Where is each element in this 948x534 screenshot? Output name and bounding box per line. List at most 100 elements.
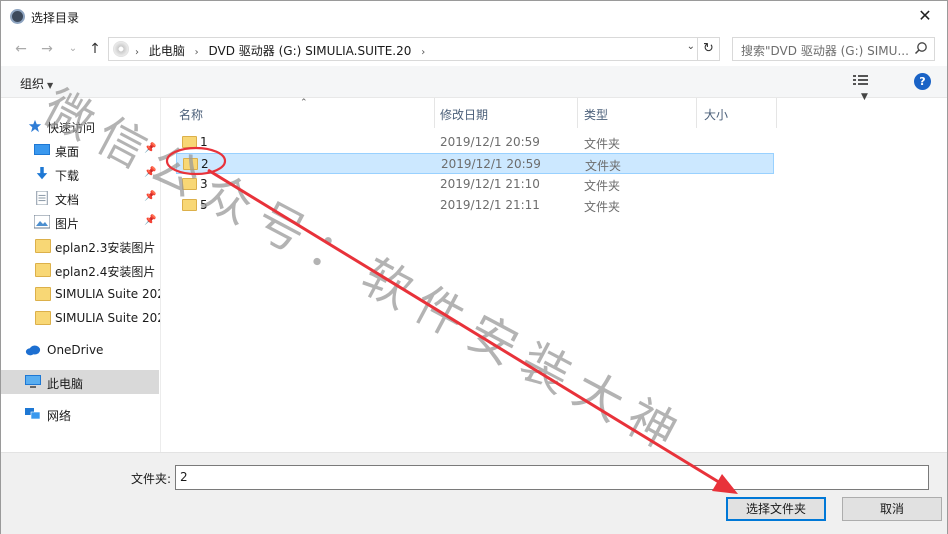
command-toolbar: 组织 ▼ ▼ ? xyxy=(1,66,947,102)
folder-field-label: 文件夹: xyxy=(131,472,172,486)
search-input[interactable]: 搜索"DVD 驱动器 (G:) SIMU... xyxy=(732,37,935,61)
column-header-size[interactable]: 大小 xyxy=(704,106,728,123)
back-button[interactable]: ← xyxy=(12,40,30,58)
sidebar-item-network[interactable]: 网络 xyxy=(1,402,159,426)
file-date: 2019/12/1 21:10 xyxy=(440,177,540,191)
sidebar-item-label: 桌面 xyxy=(55,145,80,159)
organize-label: 组织 xyxy=(20,77,45,91)
folder-icon xyxy=(182,199,197,211)
file-name: 3 xyxy=(200,177,208,191)
sidebar-item-eplan24[interactable]: eplan2.4安装图片 xyxy=(1,258,159,282)
folder-icon xyxy=(182,178,197,190)
column-header-date[interactable]: 修改日期 xyxy=(440,106,488,123)
column-header-name[interactable]: 名称 xyxy=(179,106,203,123)
sidebar-item-downloads[interactable]: 下载 📌 xyxy=(1,162,159,186)
breadcrumb-this-pc[interactable]: 此电脑 xyxy=(149,44,185,58)
table-row[interactable]: 3 2019/12/1 21:10 文件夹 xyxy=(176,174,774,195)
sidebar-item-pictures[interactable]: 图片 📌 xyxy=(1,210,159,234)
column-divider[interactable] xyxy=(776,98,777,128)
file-type: 文件夹 xyxy=(584,137,621,151)
help-icon[interactable]: ? xyxy=(914,73,931,90)
title-bar: 选择目录 ✕ xyxy=(1,1,947,32)
sidebar-item-documents[interactable]: 文档 📌 xyxy=(1,186,159,210)
folder-icon xyxy=(35,311,51,325)
pictures-icon xyxy=(34,215,50,229)
sidebar-item-desktop[interactable]: 桌面 📌 xyxy=(1,138,159,162)
sidebar-item-simulia-2[interactable]: SIMULIA Suite 2020 xyxy=(1,306,161,330)
navigation-pane: 快速访问 桌面 📌 下载 📌 文档 📌 图片 📌 eplan2.3安装图片 ep… xyxy=(1,98,161,452)
folder-picker-dialog: 选择目录 ✕ ← → ⌄ ↑ › 此电脑 › DVD 驱动器 (G:) SIMU… xyxy=(0,0,948,534)
folder-icon xyxy=(183,158,198,170)
close-button[interactable]: ✕ xyxy=(903,1,947,31)
column-divider[interactable] xyxy=(434,98,435,128)
navigation-bar: ← → ⌄ ↑ › 此电脑 › DVD 驱动器 (G:) SIMULIA.SUI… xyxy=(1,32,947,66)
sort-ascending-icon: ⌃ xyxy=(300,98,308,108)
file-type: 文件夹 xyxy=(584,179,621,193)
computer-icon xyxy=(25,375,41,388)
sidebar-item-label: 网络 xyxy=(47,409,72,423)
sidebar-item-onedrive[interactable]: OneDrive xyxy=(1,338,159,362)
folder-icon xyxy=(35,239,51,253)
desktop-icon xyxy=(34,144,50,155)
breadcrumb-separator-icon: › xyxy=(421,47,426,58)
file-type: 文件夹 xyxy=(585,159,622,173)
dialog-footer: 文件夹: 2 选择文件夹 取消 xyxy=(1,452,947,534)
dvd-drive-icon xyxy=(113,41,129,57)
sidebar-item-eplan23[interactable]: eplan2.3安装图片 xyxy=(1,234,159,258)
file-type: 文件夹 xyxy=(584,200,621,214)
forward-button[interactable]: → xyxy=(38,40,56,58)
window-title: 选择目录 xyxy=(31,11,80,25)
refresh-button[interactable]: ↻ xyxy=(697,38,719,60)
download-icon xyxy=(36,167,48,180)
cloud-icon xyxy=(25,345,41,356)
pin-icon: 📌 xyxy=(144,191,157,202)
file-name: 5 xyxy=(200,198,208,212)
search-icon xyxy=(914,42,927,55)
table-row[interactable]: 5 2019/12/1 21:11 文件夹 xyxy=(176,195,774,216)
app-icon xyxy=(10,9,25,24)
file-date: 2019/12/1 20:59 xyxy=(440,135,540,149)
document-icon xyxy=(36,191,48,205)
sidebar-item-label: 此电脑 xyxy=(47,377,84,391)
address-bar[interactable]: › 此电脑 › DVD 驱动器 (G:) SIMULIA.SUITE.20 › … xyxy=(108,37,720,61)
folder-icon xyxy=(35,263,51,277)
sidebar-item-this-pc[interactable]: 此电脑 xyxy=(1,370,159,394)
star-icon xyxy=(28,119,42,133)
cancel-button[interactable]: 取消 xyxy=(842,497,942,521)
details-view-icon xyxy=(853,75,868,85)
breadcrumb-separator-icon: › xyxy=(194,47,199,58)
sidebar-item-label: OneDrive xyxy=(47,343,104,357)
up-button[interactable]: ↑ xyxy=(86,40,104,58)
sidebar-item-label: SIMULIA Suite 2020 xyxy=(55,311,161,325)
folder-icon xyxy=(35,287,51,301)
network-icon xyxy=(25,408,41,420)
pin-icon: 📌 xyxy=(144,215,157,226)
table-row[interactable]: 1 2019/12/1 20:59 文件夹 xyxy=(176,132,774,153)
breadcrumb: › 此电脑 › DVD 驱动器 (G:) SIMULIA.SUITE.20 › xyxy=(135,42,431,59)
address-dropdown-icon[interactable]: ⌄ xyxy=(687,41,695,52)
file-date: 2019/12/1 21:11 xyxy=(440,198,540,212)
pin-icon: 📌 xyxy=(144,167,157,178)
view-options-button[interactable]: ▼ xyxy=(853,74,887,102)
sidebar-item-label: eplan2.3安装图片 xyxy=(55,241,156,255)
folder-name-input[interactable]: 2 xyxy=(175,465,929,490)
sidebar-item-label: 文档 xyxy=(55,193,80,207)
column-header-type[interactable]: 类型 xyxy=(584,106,608,123)
file-name: 1 xyxy=(200,135,208,149)
chevron-down-icon: ▼ xyxy=(47,81,54,90)
sidebar-item-simulia-1[interactable]: SIMULIA Suite 2020 xyxy=(1,282,160,306)
search-placeholder: 搜索"DVD 驱动器 (G:) SIMU... xyxy=(741,44,909,58)
folder-icon xyxy=(182,136,197,148)
sidebar-item-label: eplan2.4安装图片 xyxy=(55,265,156,279)
recent-locations-button[interactable]: ⌄ xyxy=(64,40,82,58)
select-folder-button[interactable]: 选择文件夹 xyxy=(726,497,826,521)
table-row-selected[interactable]: 2 2019/12/1 20:59 文件夹 xyxy=(176,153,774,174)
sidebar-item-quick-access[interactable]: 快速访问 xyxy=(1,114,159,138)
column-divider[interactable] xyxy=(577,98,578,128)
sidebar-item-label: 图片 xyxy=(55,217,80,231)
breadcrumb-dvd-drive[interactable]: DVD 驱动器 (G:) SIMULIA.SUITE.20 xyxy=(209,44,412,58)
pin-icon: 📌 xyxy=(144,143,157,154)
organize-menu[interactable]: 组织 ▼ xyxy=(20,75,53,92)
column-divider[interactable] xyxy=(696,98,697,128)
file-list: ⌃ 名称 修改日期 类型 大小 1 2019/12/1 20:59 文件夹 2 … xyxy=(162,98,947,452)
